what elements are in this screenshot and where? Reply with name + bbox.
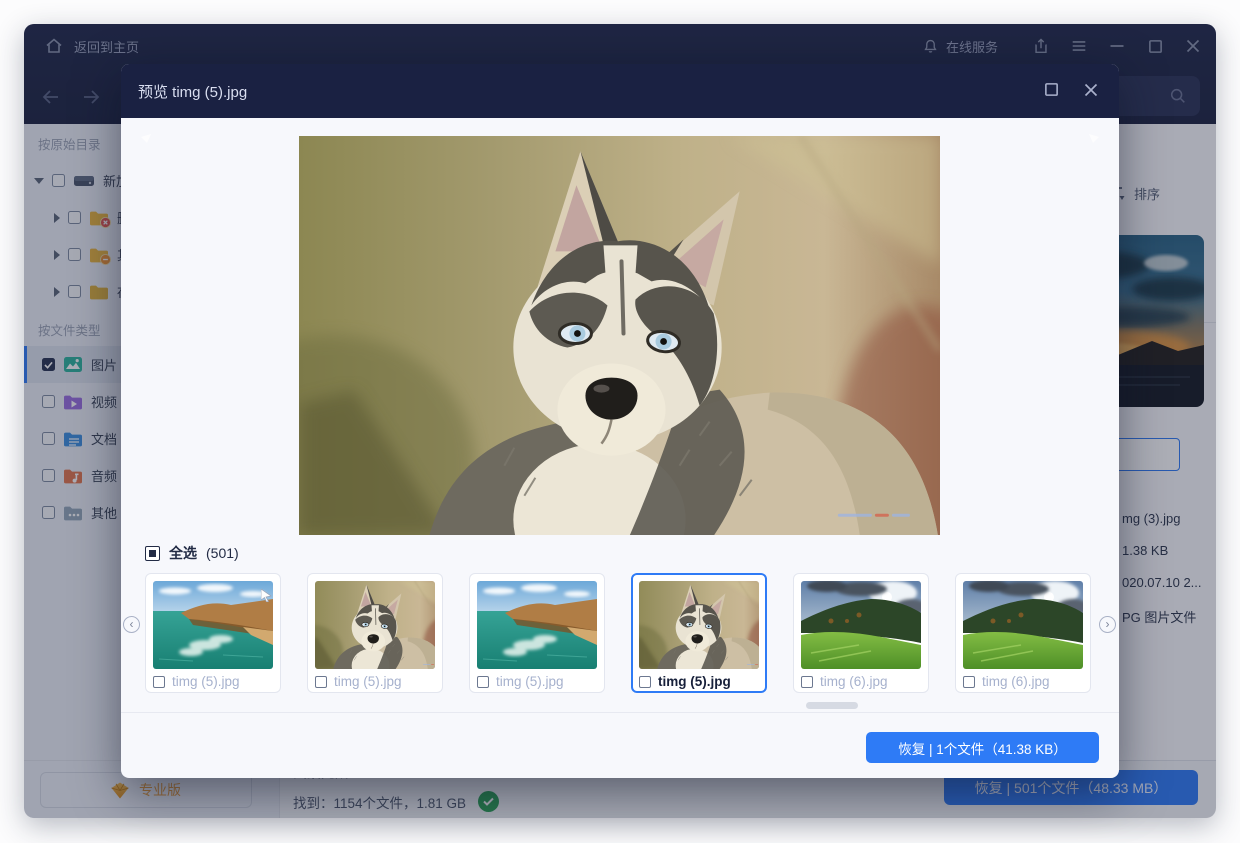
thumb-checkbox[interactable] (639, 676, 651, 688)
thumbnail-card[interactable]: timg (6).jpg (955, 573, 1091, 693)
thumb-filename: timg (5).jpg (658, 674, 731, 689)
thumbnail-husky-image (315, 581, 435, 669)
strip-scrollbar[interactable] (806, 702, 858, 709)
mouse-cursor (261, 589, 272, 602)
preview-dialog-header: 预览 timg (5).jpg (121, 64, 1119, 118)
select-all-checkbox[interactable] (145, 546, 160, 561)
recover-selected-button[interactable]: 恢复 | 1个文件（41.38 KB） (866, 732, 1099, 763)
preview-dialog-title: 预览 timg (5).jpg (138, 81, 247, 102)
footer-divider (121, 712, 1119, 713)
thumb-checkbox[interactable] (153, 676, 165, 688)
thumbnail-strip: timg (5).jpg timg (5).jpg timg (5).jpg t… (145, 573, 1091, 693)
thumb-filename: timg (5).jpg (496, 674, 564, 689)
thumbnail-hills-image (963, 581, 1083, 669)
thumbnail-card[interactable]: timg (5).jpg (307, 573, 443, 693)
thumb-checkbox[interactable] (477, 676, 489, 688)
thumbnail-beach-image (153, 581, 273, 669)
thumb-checkbox[interactable] (315, 676, 327, 688)
thumbnail-card-selected[interactable]: timg (5).jpg (631, 573, 767, 693)
dialog-maximize-icon[interactable] (1044, 82, 1062, 100)
select-all-count: (501) (206, 545, 239, 561)
thumb-checkbox[interactable] (801, 676, 813, 688)
thumbnail-hills-image (801, 581, 921, 669)
thumbnail-card[interactable]: timg (5).jpg (469, 573, 605, 693)
thumbnail-card[interactable]: timg (6).jpg (793, 573, 929, 693)
strip-next-icon[interactable]: › (1099, 616, 1116, 633)
thumb-checkbox[interactable] (963, 676, 975, 688)
thumbnail-beach-image (477, 581, 597, 669)
thumbnail-husky-image (639, 581, 759, 669)
thumb-filename: timg (6).jpg (820, 674, 888, 689)
select-all-label: 全选 (169, 543, 197, 563)
select-all-control[interactable]: 全选 (501) (145, 543, 239, 563)
thumb-filename: timg (5).jpg (334, 674, 402, 689)
preview-image (299, 136, 940, 535)
preview-dialog: 预览 timg (5).jpg 全选 (501) ‹ › timg (5).jp… (121, 64, 1119, 778)
dialog-close-icon[interactable] (1083, 82, 1101, 100)
strip-prev-icon[interactable]: ‹ (123, 616, 140, 633)
thumb-filename: timg (5).jpg (172, 674, 240, 689)
thumb-filename: timg (6).jpg (982, 674, 1050, 689)
